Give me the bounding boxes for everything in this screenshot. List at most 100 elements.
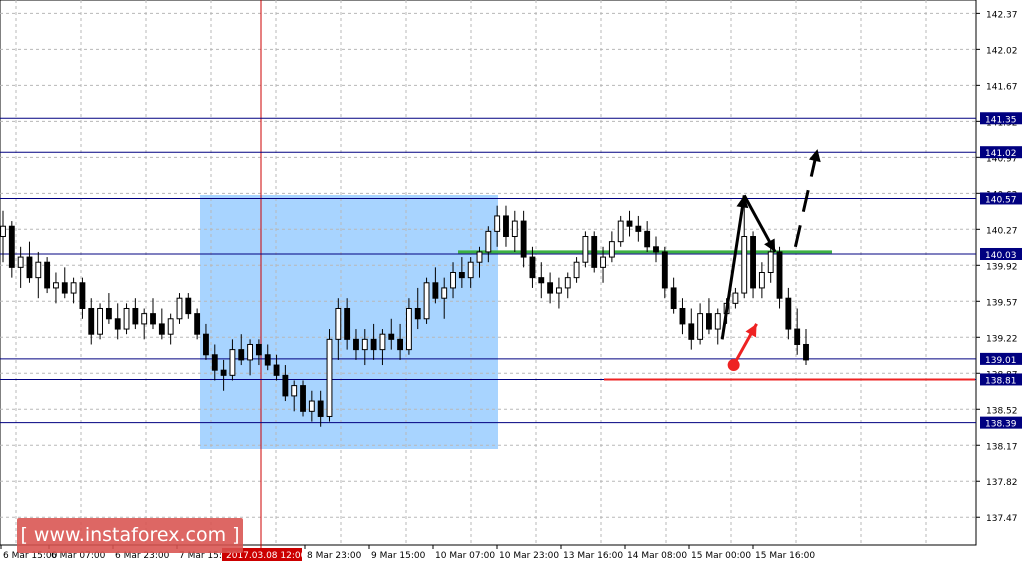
level-label: 140.57 bbox=[985, 195, 1017, 205]
candle-body bbox=[714, 313, 721, 330]
y-tick-label: 139.22 bbox=[986, 334, 1018, 344]
candle-body bbox=[617, 220, 624, 243]
candle-body bbox=[379, 333, 386, 351]
candle-body bbox=[582, 236, 589, 263]
candle-body bbox=[600, 256, 606, 268]
candle-body bbox=[26, 256, 33, 279]
x-tick-label: 10 Mar 07:00 bbox=[435, 551, 495, 561]
candle-body bbox=[758, 272, 765, 289]
candle-body bbox=[564, 277, 571, 289]
red-arrow-dot bbox=[727, 359, 740, 372]
candle-body bbox=[405, 307, 412, 351]
candle-body bbox=[494, 215, 501, 232]
candle-body bbox=[158, 323, 165, 335]
candle-body bbox=[61, 282, 68, 294]
candle-body bbox=[8, 225, 15, 268]
candle-body bbox=[432, 282, 439, 299]
candle-body bbox=[423, 282, 430, 320]
candle-body bbox=[679, 307, 686, 325]
candle-body bbox=[732, 292, 739, 304]
candle-body bbox=[441, 287, 448, 299]
candle-body bbox=[282, 374, 289, 397]
level-label: 138.81 bbox=[985, 376, 1017, 386]
candle-body bbox=[220, 369, 227, 376]
y-tick-label: 138.52 bbox=[986, 406, 1018, 416]
level-label: 139.01 bbox=[985, 356, 1017, 366]
candle-body bbox=[344, 307, 351, 340]
candle-body bbox=[803, 343, 809, 361]
x-tick-label: 15 Mar 00:00 bbox=[691, 551, 751, 561]
x-tick-label: 15 Mar 16:00 bbox=[755, 551, 815, 561]
candle-body bbox=[414, 307, 421, 320]
candle-body bbox=[300, 385, 306, 412]
candle-body bbox=[105, 307, 112, 320]
forex-chart: 142.37142.02141.67141.32140.97140.62140.… bbox=[0, 0, 1022, 569]
candle-body bbox=[661, 251, 668, 289]
candle-body bbox=[547, 282, 554, 294]
candle-body bbox=[741, 236, 748, 294]
candle-body bbox=[70, 282, 77, 294]
candle-body bbox=[255, 343, 262, 356]
instaforex-watermark: [ www.instaforex.com ] bbox=[17, 518, 243, 553]
candle-body bbox=[17, 256, 24, 268]
candle-body bbox=[370, 338, 377, 351]
candle-body bbox=[397, 338, 404, 351]
candle-body bbox=[88, 307, 95, 335]
candle-body bbox=[335, 307, 342, 340]
candle-body bbox=[176, 297, 183, 320]
level-label: 141.02 bbox=[985, 149, 1017, 159]
y-tick-label: 139.92 bbox=[986, 262, 1018, 272]
candle-body bbox=[44, 261, 51, 289]
y-tick-label: 141.67 bbox=[986, 82, 1018, 92]
y-tick-label: 137.47 bbox=[986, 514, 1018, 524]
candle-body bbox=[529, 256, 536, 279]
candle-body bbox=[79, 282, 86, 309]
y-tick-label: 140.27 bbox=[986, 226, 1018, 236]
candle-body bbox=[194, 313, 201, 335]
candle-body bbox=[573, 261, 580, 279]
candle-body bbox=[229, 349, 236, 376]
y-tick-label: 137.82 bbox=[986, 478, 1018, 488]
candle-body bbox=[626, 220, 633, 227]
level-label: 140.03 bbox=[985, 251, 1017, 261]
candle-body bbox=[185, 297, 192, 315]
candle-body bbox=[688, 323, 695, 340]
candle-body bbox=[520, 220, 527, 258]
candle-body bbox=[264, 354, 271, 366]
y-tick-label: 142.02 bbox=[986, 46, 1018, 56]
candle-body bbox=[538, 277, 545, 284]
candle-body bbox=[697, 313, 704, 340]
candle-body bbox=[141, 313, 148, 325]
candle-body bbox=[608, 241, 615, 258]
candle-body bbox=[670, 287, 677, 309]
candle-body bbox=[273, 364, 280, 376]
candle-body bbox=[238, 349, 245, 361]
candle-body bbox=[326, 338, 333, 417]
candle-body bbox=[467, 261, 474, 279]
candle-body bbox=[450, 272, 456, 289]
x-tick-label: 13 Mar 16:00 bbox=[563, 551, 623, 561]
candle-body bbox=[555, 287, 562, 294]
candle-body bbox=[794, 328, 801, 345]
candle-body bbox=[750, 236, 756, 289]
y-tick-label: 142.37 bbox=[986, 10, 1018, 20]
candle-body bbox=[388, 333, 395, 340]
x-tick-label: 8 Mar 23:00 bbox=[307, 551, 362, 561]
candle-body bbox=[476, 251, 483, 263]
candle-body bbox=[150, 313, 156, 325]
candle-body bbox=[591, 236, 598, 268]
level-label: 138.39 bbox=[985, 420, 1017, 430]
candle-body bbox=[53, 282, 59, 289]
candle-body bbox=[97, 307, 103, 335]
candle-body bbox=[653, 246, 659, 253]
candle-body bbox=[767, 251, 774, 273]
candle-body bbox=[203, 333, 209, 356]
x-tick-label: 10 Mar 23:00 bbox=[499, 551, 559, 561]
candle-body bbox=[503, 215, 509, 238]
y-tick-label: 138.17 bbox=[986, 442, 1018, 452]
x-tick-label: 14 Mar 08:00 bbox=[627, 551, 687, 561]
candle-body bbox=[247, 343, 254, 361]
candle-body bbox=[485, 230, 492, 253]
candle-body bbox=[0, 225, 6, 238]
candle-body bbox=[35, 261, 42, 279]
